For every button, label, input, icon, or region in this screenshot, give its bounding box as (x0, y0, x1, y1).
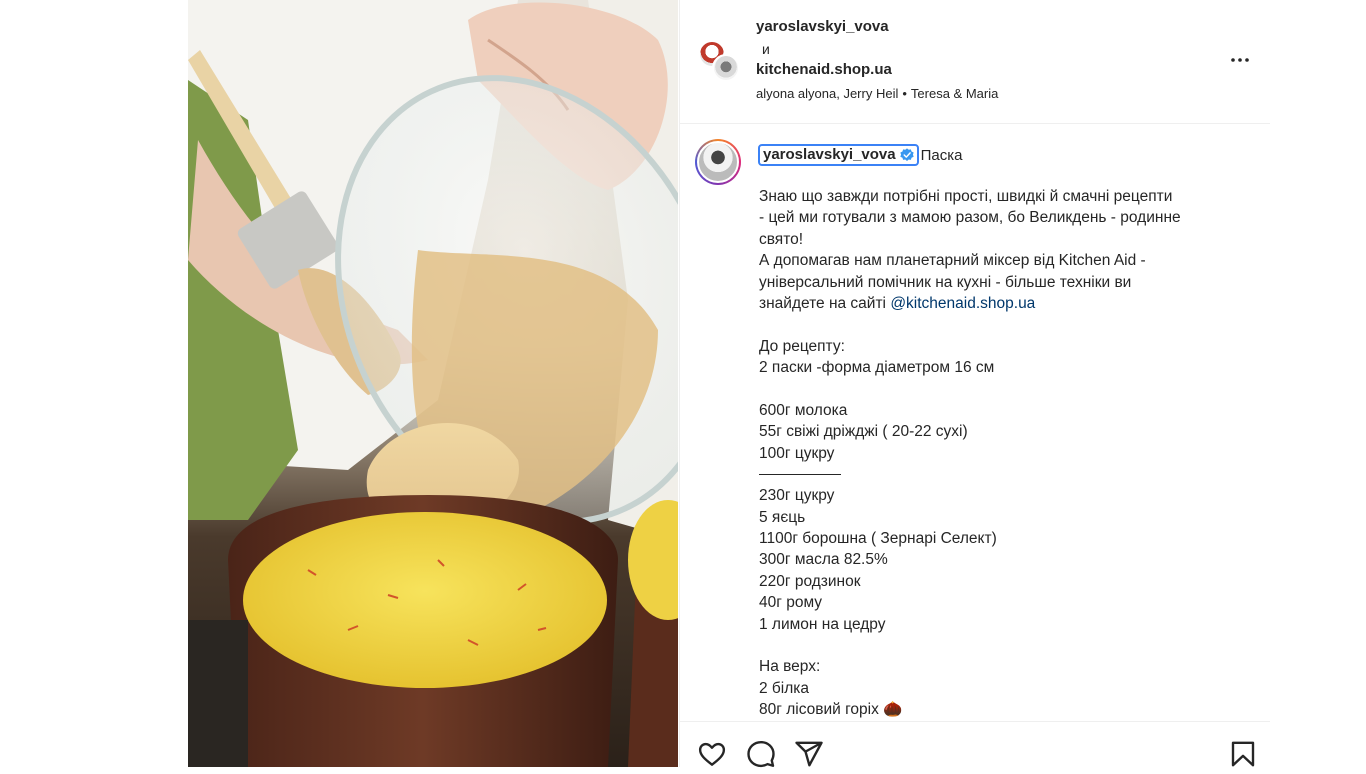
caption-line: А допомагав нам планетарний міксер від K… (759, 252, 1146, 270)
audio-title[interactable]: Teresa & Maria (911, 86, 998, 101)
page-margin-left (0, 0, 188, 767)
collab-conjunction: и (762, 41, 770, 57)
mention-link[interactable]: @kitchenaid.shop.ua (890, 295, 1035, 312)
caption-line: Знаю що завжди потрібні прості, швидкі й… (759, 188, 1173, 205)
page-margin-right (1270, 0, 1366, 767)
share-icon (795, 741, 823, 767)
topping-header: На верх: (759, 658, 821, 676)
caption-line: універсальний помічник на кухні - більше… (759, 273, 1132, 291)
ingredient-line: 2 білка (759, 679, 810, 697)
caption-header: yaroslavskyi_vova Паска (758, 144, 962, 166)
caption-site-text: знайдете на сайті (759, 295, 891, 313)
audio-artists[interactable]: alyona alyona, Jerry Heil (756, 86, 898, 101)
ingredient-line: 80г лісовий горіх 🌰 (759, 699, 1259, 720)
verified-icon (899, 148, 914, 161)
ingredient-line: 230г цукру (759, 487, 835, 505)
separator-dot: • (902, 86, 907, 101)
caption-scroll-area[interactable]: yaroslavskyi_vova Паска Знаю що завжди п… (680, 125, 1271, 720)
hazelnut-emoji: 🌰 (883, 701, 903, 719)
comment-button[interactable] (746, 739, 776, 769)
ingredient-line: 1 лимон на цедру (759, 615, 886, 633)
divider (759, 474, 841, 476)
ingredient-line: 55г свіжі дріжджі ( 20-22 сухі) (759, 423, 968, 441)
caption-text: Знаю що завжди потрібні прості, швидкі й… (759, 186, 1259, 720)
action-bar (680, 721, 1271, 769)
caption-username: yaroslavskyi_vova (763, 146, 896, 163)
ingredient-line: 220г родзинок (759, 572, 861, 590)
ingredient-line: 40г рому (759, 594, 823, 612)
audio-attribution[interactable]: alyona alyona, Jerry Heil • Teresa & Maria (756, 86, 998, 101)
caption-avatar[interactable] (695, 139, 741, 185)
ingredient-line: 600г молока (759, 402, 848, 420)
avatar (697, 141, 739, 183)
save-button[interactable] (1228, 739, 1258, 769)
like-button[interactable] (697, 739, 727, 769)
caption-line: знайдете на сайті @kitchenaid.shop.ua (759, 293, 1259, 314)
ingredient-line: 300г масла 82.5% (759, 551, 888, 569)
post-media[interactable] (188, 0, 678, 767)
ingredient-line: 1100г борошна ( Зернарі Селект) (759, 530, 997, 548)
collaborator-username-link[interactable]: kitchenaid.shop.ua (756, 61, 892, 78)
caption-line: - цей ми готували з мамою разом, бо Вели… (759, 209, 1181, 227)
ingredient-line: 100г цукру (759, 444, 835, 462)
recipe-header: До рецепту: (759, 337, 845, 355)
post-header: yaroslavskyi_vova и kitchenaid.shop.ua a… (680, 0, 1271, 124)
more-icon (1231, 58, 1249, 62)
post-details-panel: yaroslavskyi_vova и kitchenaid.shop.ua a… (679, 0, 1271, 769)
caption-title: Паска (920, 146, 963, 164)
caption-line: свято! (759, 230, 804, 248)
author-username-link[interactable]: yaroslavskyi_vova (756, 18, 889, 35)
ingredient-line: 5 яєць (759, 508, 806, 526)
recipe-size: 2 паски -форма діаметром 16 см (759, 359, 995, 377)
heart-icon (698, 742, 726, 766)
more-options-button[interactable] (1228, 48, 1252, 72)
share-button[interactable] (794, 739, 824, 769)
post-image (188, 0, 678, 767)
avatar[interactable] (712, 54, 740, 82)
comment-icon (747, 740, 775, 768)
collab-avatars[interactable] (698, 40, 742, 84)
caption-username-link[interactable]: yaroslavskyi_vova (758, 144, 919, 166)
bookmark-icon (1231, 741, 1255, 767)
ingredient-text: 80г лісовий горіх (759, 701, 879, 719)
